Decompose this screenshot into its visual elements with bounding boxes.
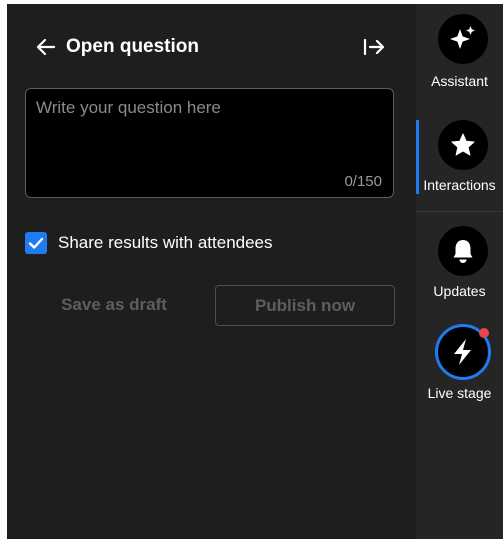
collapse-panel-button[interactable]: [361, 35, 387, 59]
question-input[interactable]: [36, 97, 381, 167]
interactions-icon-circle: [438, 120, 488, 170]
share-results-label[interactable]: Share results with attendees: [58, 232, 273, 254]
assistant-icon-circle: [438, 14, 488, 64]
question-panel: [7, 4, 416, 539]
app-window: Open question 0/150 Share results with a…: [0, 0, 503, 542]
character-counter: 0/150: [344, 173, 382, 190]
save-draft-button[interactable]: Save as draft: [46, 285, 182, 325]
updates-icon-circle: [438, 226, 488, 276]
bell-icon: [453, 240, 473, 263]
arrow-left-icon: [36, 38, 56, 56]
rail-label-assistant: Assistant: [431, 73, 488, 89]
rail-item-updates[interactable]: Updates: [416, 226, 503, 304]
checkmark-icon: [28, 237, 44, 249]
rail-label-live-stage: Live stage: [427, 385, 492, 401]
notification-dot: [479, 328, 489, 338]
rail-item-assistant[interactable]: Assistant: [416, 14, 503, 94]
rail-label-updates: Updates: [433, 283, 486, 299]
collapse-right-icon: [363, 38, 385, 56]
publish-now-button[interactable]: Publish now: [215, 285, 395, 326]
rail-divider: [416, 211, 503, 212]
rail-label-interactions: Interactions: [423, 177, 496, 193]
share-results-checkbox[interactable]: [25, 232, 47, 254]
rail-item-interactions[interactable]: Interactions: [416, 120, 503, 198]
question-field[interactable]: 0/150: [25, 88, 394, 198]
page-title: Open question: [66, 36, 199, 57]
back-button[interactable]: [34, 35, 58, 59]
star-icon: [451, 133, 475, 156]
sparkle-icon: [450, 26, 475, 49]
